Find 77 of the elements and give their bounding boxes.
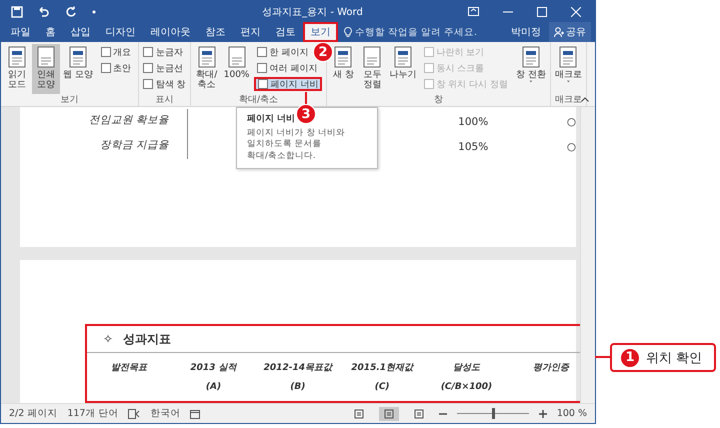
table-cell: 장학금 지급율 bbox=[20, 134, 188, 159]
column-header: (B) bbox=[290, 382, 306, 392]
ribbon-small-button[interactable]: 초안 bbox=[98, 61, 134, 75]
window-title: 성과지표_용지 - Word bbox=[261, 6, 364, 18]
ribbon-checkbox[interactable]: 탐색 창 bbox=[142, 77, 186, 91]
ribbon-button[interactable]: 웹 모양 bbox=[61, 44, 95, 94]
view-button[interactable] bbox=[378, 406, 399, 420]
group-label: 창 bbox=[434, 94, 444, 106]
step-number: 1 bbox=[620, 348, 640, 368]
group-label: 표시 bbox=[155, 94, 174, 106]
customize-icon[interactable] bbox=[91, 8, 97, 14]
macro-record-icon[interactable] bbox=[190, 408, 200, 418]
close-icon[interactable] bbox=[571, 6, 581, 16]
language[interactable]: 한국어 bbox=[150, 407, 180, 420]
person-icon bbox=[554, 27, 564, 37]
scroll-bar[interactable] bbox=[580, 107, 595, 403]
ribbon-tab[interactable]: 디자인 bbox=[98, 22, 143, 42]
zoom-level[interactable]: 100 % bbox=[556, 408, 587, 419]
column-header: 발전목표 bbox=[111, 362, 148, 374]
ribbon-tab[interactable]: 보기 bbox=[303, 22, 338, 42]
ribbon-tab[interactable]: 편지 bbox=[233, 22, 268, 42]
tooltip-title: 페이지 너비 bbox=[247, 113, 296, 125]
collapse-icon[interactable] bbox=[581, 97, 589, 102]
ribbon-small-button[interactable]: 한 페이지 bbox=[254, 45, 312, 59]
bullet-symbol: ✧ bbox=[103, 332, 114, 346]
table-cell: ○ bbox=[566, 116, 576, 128]
redo-icon[interactable] bbox=[65, 6, 77, 18]
ribbon-button[interactable]: 100% bbox=[222, 44, 252, 94]
table-cell: 전임교원 확보율 bbox=[20, 109, 188, 134]
slider-thumb[interactable] bbox=[492, 408, 495, 419]
column-header: 2012-14목표값 bbox=[264, 362, 332, 374]
ribbon-tab[interactable]: 파일 bbox=[3, 22, 38, 42]
ribbon-small-button[interactable]: 여러 페이지 bbox=[254, 61, 320, 75]
save-icon[interactable] bbox=[11, 6, 23, 18]
ribbon-tab[interactable]: 레이아웃 bbox=[143, 22, 198, 42]
table-cell-text: 105% bbox=[458, 140, 490, 152]
column-header: 달성도 bbox=[452, 362, 480, 374]
ribbon-small-button[interactable]: 페이지 너비 bbox=[254, 77, 322, 91]
ribbon-button[interactable]: 나누기 bbox=[387, 44, 418, 94]
ribbon-small-button[interactable]: 개요 bbox=[98, 45, 134, 59]
ribbon-display-icon[interactable] bbox=[468, 7, 479, 16]
table-cell-text: 100% bbox=[458, 116, 490, 128]
tell-me-field[interactable]: 수행할 작업을 알려 주세요. bbox=[355, 26, 505, 38]
column-header: (A) bbox=[206, 382, 222, 392]
page-count[interactable]: 2/2 페이지 bbox=[9, 407, 58, 420]
zoom-in-button[interactable] bbox=[538, 410, 547, 418]
user-name[interactable]: 박미정 bbox=[511, 25, 549, 39]
word-count[interactable]: 117개 단어 bbox=[67, 407, 118, 420]
ribbon-tab[interactable]: 검토 bbox=[268, 22, 303, 42]
column-header: (C) bbox=[374, 382, 390, 392]
heading: 성과지표 bbox=[123, 330, 172, 348]
leader-line bbox=[305, 92, 307, 105]
group-label: 확대/축소 bbox=[239, 94, 278, 106]
column-header: 2013 실적 bbox=[190, 362, 237, 374]
ribbon-checkbox[interactable]: 눈금선 bbox=[142, 61, 186, 75]
group-label: 보기 bbox=[60, 94, 78, 106]
callout-text: 위치 확인 bbox=[646, 350, 702, 366]
ribbon-checkbox[interactable]: 눈금자 bbox=[142, 45, 186, 59]
ribbon-tab[interactable]: 홈 bbox=[38, 22, 63, 42]
group-label: 매크로 bbox=[554, 94, 582, 106]
ribbon-button[interactable]: 모두 정렬 bbox=[358, 44, 386, 94]
column-header: 평가인증 bbox=[532, 362, 569, 374]
undo-icon[interactable] bbox=[37, 6, 51, 18]
lightbulb-icon bbox=[344, 26, 352, 38]
maximize-icon[interactable] bbox=[537, 6, 547, 16]
tooltip-text: 페이지 너비가 창 너비와 일치하도록 문서를 확대/축소합니다. bbox=[247, 128, 346, 162]
ribbon-tab[interactable]: 참조 bbox=[198, 22, 233, 42]
ribbon-button[interactable]: 읽기 모드 bbox=[3, 44, 31, 94]
proofing-icon[interactable] bbox=[128, 408, 140, 418]
column-header: (C/B×100) bbox=[440, 382, 492, 392]
ribbon-button[interactable]: 인쇄 모양 bbox=[32, 44, 60, 94]
table-cell: ○ bbox=[566, 140, 576, 152]
share-button[interactable]: 공유 bbox=[549, 22, 591, 42]
ribbon-tab[interactable]: 삽입 bbox=[63, 22, 98, 42]
ribbon-button[interactable]: 확대/ 축소 bbox=[192, 44, 221, 94]
plus-icon bbox=[538, 410, 547, 418]
column-header: 2015.1현재값 bbox=[351, 362, 414, 374]
